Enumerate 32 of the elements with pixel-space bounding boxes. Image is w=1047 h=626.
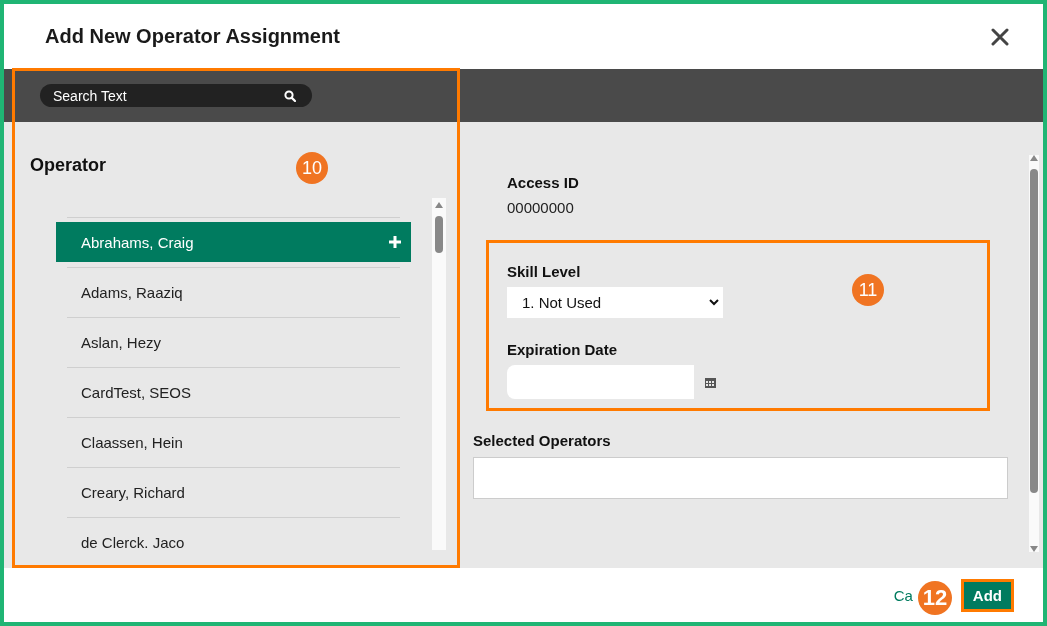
- skill-level-dropdown[interactable]: 1. Not Used: [507, 287, 723, 318]
- access-id-label: Access ID: [507, 174, 579, 191]
- dialog-title: Add New Operator Assignment: [45, 25, 340, 48]
- close-icon[interactable]: [991, 27, 1009, 46]
- operator-list-item[interactable]: Claassen, Hein: [56, 422, 411, 462]
- operator-list-item[interactable]: CardTest, SEOS: [56, 372, 411, 412]
- operator-list-item[interactable]: Adams, Raaziq: [56, 272, 411, 312]
- operator-list-item[interactable]: Creary, Richard: [56, 472, 411, 512]
- scrollbar-thumb[interactable]: [1030, 169, 1038, 493]
- callout-badge: 12: [918, 581, 952, 615]
- chevron-down-icon: [709, 299, 719, 306]
- operator-heading: Operator: [30, 155, 107, 176]
- add-button[interactable]: Add: [963, 581, 1011, 609]
- access-id-value: 00000000: [507, 199, 574, 216]
- expiration-date-label: Expiration Date: [507, 341, 618, 358]
- operator-list-item[interactable]: de Clerck. Jaco: [56, 522, 411, 550]
- list-scrollbar[interactable]: [432, 198, 446, 550]
- calendar-icon[interactable]: [705, 376, 716, 388]
- plus-icon[interactable]: [389, 236, 401, 248]
- scroll-up-arrow-icon[interactable]: [1030, 155, 1038, 161]
- panel-scrollbar[interactable]: [1029, 155, 1039, 552]
- selected-operators-label: Selected Operators: [473, 432, 611, 449]
- scrollbar-thumb[interactable]: [435, 216, 443, 253]
- search-icon[interactable]: [284, 89, 296, 102]
- operator-list-item[interactable]: Abrahams, Craig: [56, 222, 411, 262]
- search-input[interactable]: Search Text: [53, 87, 253, 104]
- cancel-link[interactable]: Ca: [893, 586, 913, 604]
- scroll-up-arrow-icon[interactable]: [435, 202, 443, 208]
- scroll-down-arrow-icon[interactable]: [1030, 546, 1038, 552]
- operator-list-item[interactable]: Aslan, Hezy: [56, 322, 411, 362]
- skill-level-label: Skill Level: [507, 263, 581, 280]
- search-field[interactable]: Search Text: [40, 84, 312, 107]
